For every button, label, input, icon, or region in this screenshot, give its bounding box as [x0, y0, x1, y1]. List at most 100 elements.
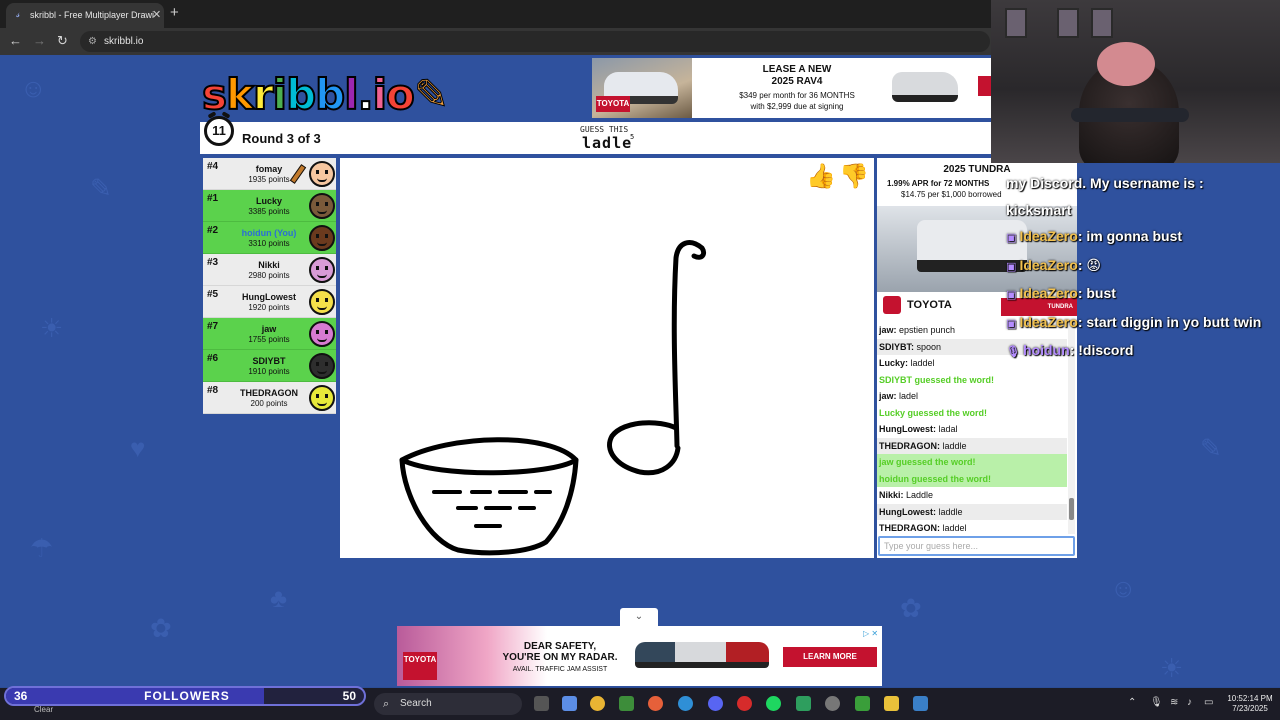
player-row[interactable]: #6 SDIYBT 1910 points: [203, 350, 336, 382]
stream-chat-text: : start diggin in yo butt twin: [1077, 313, 1262, 330]
spotify-icon[interactable]: [766, 696, 781, 711]
stream-chat-line: ▣ IdeaZero: im gonna bust: [1006, 223, 1280, 252]
avatar: [309, 353, 335, 379]
address-bar[interactable]: ⚙ skribbl.io: [80, 31, 990, 52]
back-icon[interactable]: ←: [9, 33, 22, 49]
task-view-icon[interactable]: [534, 696, 549, 711]
forward-icon[interactable]: →: [33, 33, 46, 49]
stream-chat-user: hoidun: [1023, 342, 1070, 358]
player-row[interactable]: #3 Nikki 2980 points: [203, 254, 336, 286]
player-name: THEDRAGON: [240, 388, 298, 398]
close-tab-icon[interactable]: ✕: [152, 9, 161, 21]
player-row[interactable]: #8 THEDRAGON 200 points: [203, 382, 336, 414]
player-points: 1910 points: [248, 367, 290, 376]
game-header: 11 Round 3 of 3 GUESS THIS ladle 5: [200, 116, 1078, 154]
doodle-icon: ✿: [150, 613, 172, 643]
app-icon[interactable]: [796, 696, 811, 711]
logo-letter: .: [357, 70, 375, 119]
player-points: 3385 points: [248, 207, 290, 216]
stream-chat-text: : !discord: [1069, 342, 1134, 358]
avatar-mouth: [317, 178, 327, 182]
toyota-logo: TOYOTA: [883, 296, 952, 314]
chat-message: Nikki: Laddle: [877, 487, 1067, 504]
avatar-mouth: [317, 242, 327, 246]
clock[interactable]: 10:52:14 PM 7/23/2025: [1222, 694, 1278, 714]
browser-tab[interactable]: 𝓈 skribbl - Free Multiplayer Drawi ✕: [6, 3, 164, 28]
doodle-icon: ☂: [30, 533, 54, 563]
site-info-icon[interactable]: ⚙: [88, 31, 97, 52]
chat-text: ladal: [938, 424, 958, 434]
player-row[interactable]: #4 fomay 1935 points: [203, 158, 336, 190]
player-rank: #7: [207, 321, 219, 332]
volume-icon[interactable]: ♪: [1187, 697, 1192, 709]
thumbs-down-icon[interactable]: 👎: [839, 162, 869, 192]
stream-chat-overlay: my Discord. My username is : kicksmart ▣ I…: [1006, 170, 1280, 366]
stream-chat-line: kicksmart: [1006, 197, 1280, 224]
player-row[interactable]: #2 hoidun (You) 3310 points: [203, 222, 336, 254]
collapse-ad-chevron-icon[interactable]: ⌄: [620, 608, 658, 626]
avatar: [309, 257, 335, 283]
stream-chat-line: my Discord. My username is :: [1006, 170, 1280, 197]
chat-user: jaw: [879, 325, 894, 335]
obs-icon[interactable]: [825, 696, 840, 711]
player-name: SDIYBT: [252, 356, 286, 366]
new-tab-icon[interactable]: +: [170, 5, 179, 21]
chat-badge-icon: ▣: [1006, 289, 1020, 301]
chrome-icon[interactable]: [590, 696, 605, 711]
brand-text: TOYOTA: [907, 298, 952, 311]
player-rank: #4: [207, 161, 219, 172]
time-text: 10:52:14 PM: [1227, 694, 1273, 703]
player-row[interactable]: #1 Lucky 3385 points: [203, 190, 336, 222]
tray-chevron-icon[interactable]: ⌃: [1128, 697, 1136, 709]
logo-letter: i: [272, 70, 289, 119]
app-icon[interactable]: [737, 696, 752, 711]
skribbl-favicon-icon: 𝓈: [16, 9, 20, 20]
drawing-canvas[interactable]: 👍 👎: [340, 158, 874, 558]
chat-user: THEDRAGON: [879, 523, 937, 533]
ad-headline: DEAR SAFETY, YOU'RE ON MY RADAR.: [502, 641, 618, 663]
top-banner-ad[interactable]: TOYOTA LEASE A NEW 2025 RAV4 $349 per mo…: [592, 58, 992, 118]
app-icon[interactable]: [619, 696, 634, 711]
discord-icon[interactable]: [708, 696, 723, 711]
guess-input[interactable]: [878, 536, 1075, 556]
player-points: 1920 points: [248, 303, 290, 312]
copilot-icon[interactable]: [562, 696, 577, 711]
followers-goal: 50: [342, 689, 356, 703]
avatar-mouth: [317, 210, 327, 214]
wall-picture: [1091, 8, 1113, 38]
firefox-icon[interactable]: [648, 696, 663, 711]
reload-icon[interactable]: ↻: [57, 33, 68, 49]
doodle-icon: ♥: [130, 433, 146, 463]
player-row[interactable]: #7 jaw 1755 points: [203, 318, 336, 350]
chat-user: Lucky: [879, 358, 906, 368]
logo-letter: r: [252, 70, 275, 119]
chat-message: hoidun guessed the word!: [877, 470, 1067, 487]
adchoices-icon[interactable]: ▷ ✕: [863, 629, 878, 638]
chat-user: THEDRAGON: [879, 440, 937, 451]
player-rank: #8: [207, 385, 219, 396]
ad-car-icon: [892, 72, 958, 102]
battery-icon[interactable]: ▭: [1204, 697, 1213, 709]
player-points: 200 points: [250, 399, 288, 408]
xbox-icon[interactable]: [855, 696, 870, 711]
scrollbar-thumb[interactable]: [1069, 498, 1074, 520]
stream-chat-line: ▣ IdeaZero: bust: [1006, 280, 1280, 309]
thumbs-up-icon[interactable]: 👍: [806, 162, 836, 192]
microphone-icon[interactable]: 🎙: [1150, 697, 1163, 709]
taskbar-search[interactable]: ⌕ Search: [374, 693, 522, 715]
edge-icon[interactable]: [678, 696, 693, 711]
wifi-icon[interactable]: ≋: [1170, 697, 1178, 709]
bottom-banner-ad[interactable]: TOYOTA DEAR SAFETY, YOU'RE ON MY RADAR. …: [397, 626, 882, 686]
chat-text: SDIYBT guessed the word!: [879, 374, 995, 385]
avatar-eyes: [316, 266, 328, 270]
file-explorer-icon[interactable]: [884, 696, 899, 711]
search-text: Search: [400, 698, 432, 709]
app-icon[interactable]: [913, 696, 928, 711]
chat-message: HungLowest: ladal: [877, 421, 1067, 438]
player-row[interactable]: #5 HungLowest 1920 points: [203, 286, 336, 318]
learn-more-button[interactable]: LEARN MORE: [783, 647, 877, 667]
chat-message: THEDRAGON: laddle: [877, 437, 1067, 454]
player-rank: #6: [207, 353, 219, 364]
avatar: [309, 385, 335, 411]
stream-chat-user: IdeaZero: [1019, 285, 1078, 301]
